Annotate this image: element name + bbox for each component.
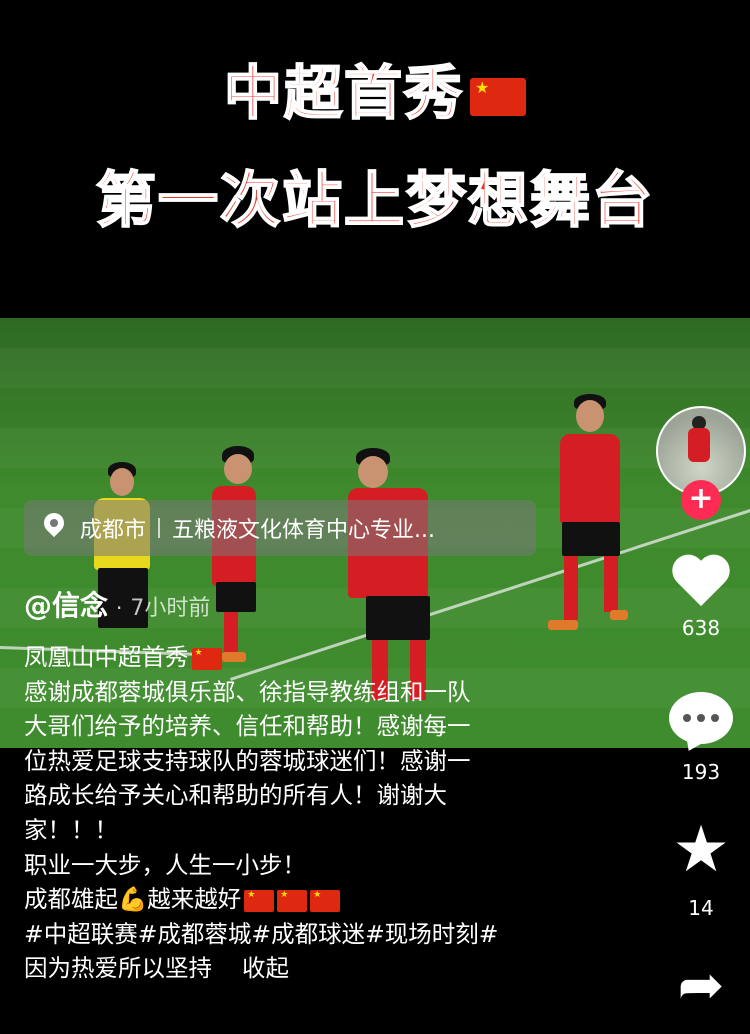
- muscle-emoji-icon: 💪: [118, 885, 148, 914]
- location-place: 五粮液文化体育中心专业...: [172, 518, 435, 543]
- comment-count: 193: [681, 760, 721, 784]
- china-flag-icon: [470, 77, 526, 116]
- location-tag[interactable]: 成都市 五粮液文化体育中心专业...: [24, 500, 536, 556]
- share-button[interactable]: ➦: [656, 956, 746, 1016]
- caption-line: 职业一大步，人生一小步！: [24, 850, 306, 879]
- separator-dot: ·: [116, 596, 123, 620]
- post-time: 7小时前: [130, 596, 211, 621]
- location-pin-icon: [42, 513, 66, 543]
- caption-line: 路成长给予关心和帮助的所有人！谢谢大: [24, 781, 447, 810]
- like-button[interactable]: 638: [656, 556, 746, 640]
- caption-line: 位热爱足球支持球队的蓉城球迷们！感谢一: [24, 746, 471, 775]
- caption-line: 凤凰山中超首秀: [24, 640, 584, 675]
- china-flag-icon: [191, 647, 222, 670]
- caption-line: 家！！！: [24, 815, 118, 844]
- like-count: 638: [681, 616, 721, 640]
- caption-hashtags[interactable]: #中超联赛#成都蓉城#成都球迷#现场时刻#: [24, 917, 584, 952]
- post-caption: 凤凰山中超首秀 感谢成都蓉城俱乐部、徐指导教练组和一队 大哥们给予的培养、信任和…: [24, 640, 584, 986]
- caption-line: 成都雄起💪越来越好: [24, 882, 584, 917]
- author-name[interactable]: @信念: [24, 584, 108, 624]
- star-icon: ★: [672, 813, 730, 887]
- comment-bubble-icon: [669, 692, 733, 744]
- favorite-button[interactable]: ★ 14: [656, 818, 746, 920]
- share-arrow-icon: ➦: [677, 953, 725, 1018]
- comment-button[interactable]: 193: [656, 692, 746, 784]
- china-flag-icon: [244, 889, 275, 912]
- collapse-link[interactable]: 收起: [242, 954, 289, 982]
- title-line-1-text: 中超首秀: [223, 58, 464, 128]
- location-divider: [158, 518, 161, 538]
- title-line-1: 中超首秀: [0, 46, 750, 130]
- location-city: 成都市: [80, 518, 147, 543]
- author-row: @信念 · 7小时前: [24, 584, 210, 624]
- heart-icon: [671, 556, 731, 612]
- title-banner: 中超首秀 第一次站上梦想舞台: [0, 0, 750, 318]
- china-flag-icon: [277, 889, 308, 912]
- china-flag-icon: [310, 889, 341, 912]
- caption-line: 感谢成都蓉城俱乐部、徐指导教练组和一队: [24, 677, 471, 706]
- caption-line: 因为热爱所以坚持 收起: [24, 954, 289, 983]
- favorite-count: 14: [688, 896, 714, 920]
- title-line-2: 第一次站上梦想舞台: [95, 165, 654, 237]
- follow-button[interactable]: +: [681, 480, 721, 520]
- caption-line: 大哥们给予的培养、信任和帮助！感谢每一: [24, 712, 471, 741]
